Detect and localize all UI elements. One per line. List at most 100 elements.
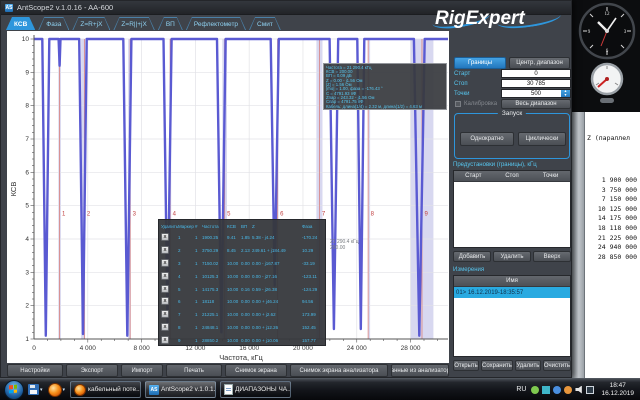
antivirus-icon[interactable] — [531, 386, 539, 394]
delete-marker-button[interactable]: X — [161, 246, 169, 254]
start-input[interactable]: 0 — [501, 69, 571, 78]
marker-cell: 8 — [178, 325, 195, 330]
marker-cell: 21225.1 — [202, 312, 227, 317]
delete-marker-button[interactable]: X — [161, 323, 169, 331]
print-button[interactable]: Печать — [166, 364, 222, 377]
marker-row: X317150.0210.000.000.00 - j167.87-33.19 — [161, 257, 323, 270]
delete-marker-button[interactable]: X — [161, 233, 169, 241]
svg-text:8 000: 8 000 — [133, 345, 150, 352]
marker-table-header: ВП — [241, 224, 252, 229]
volume-icon[interactable] — [575, 386, 583, 394]
tab-Рефлектометр[interactable]: Рефлектометр — [186, 17, 246, 30]
taskbar-clock[interactable]: 18:47 16.12.2019 — [601, 382, 634, 397]
quicklaunch-firefox[interactable]: ▾ — [48, 383, 66, 397]
delete-marker-button[interactable]: X — [161, 272, 169, 280]
delete-marker-button[interactable]: X — [161, 259, 169, 267]
preset-remove-button[interactable]: Удалить — [493, 251, 531, 262]
marker-cell: 249.61 + j184.49 — [252, 248, 302, 253]
settings-button[interactable]: Настройки — [7, 364, 63, 377]
screenshot-button[interactable]: Снимок экрана — [225, 364, 287, 377]
marker-cell: 157.77 — [302, 338, 323, 343]
marker-table-header: Частота — [202, 224, 227, 229]
analyzer-screenshot-button[interactable]: Снимок экрана анализатора — [290, 364, 388, 377]
full-range-button[interactable]: Весь диапазон — [501, 99, 571, 109]
delete-marker-button[interactable]: X — [161, 297, 169, 305]
marker-cell: 0.16 — [241, 287, 252, 292]
document-title: Z (параллел — [587, 134, 640, 142]
presets-label: Предустановки (границы), кГц — [453, 162, 537, 168]
marker-cell: 0.00 — [241, 261, 252, 266]
marker-cell: 1 — [195, 274, 202, 279]
language-indicator[interactable]: RU — [516, 386, 526, 393]
run-cyclic-button[interactable]: Циклически — [518, 132, 566, 146]
svg-text:28 000: 28 000 — [401, 345, 421, 352]
clock-gadget[interactable]: 12369 — [577, 1, 637, 61]
run-single-button[interactable]: Однократно — [460, 132, 514, 146]
tab-Z=R||+jX[interactable]: Z=R||+jX — [113, 17, 154, 30]
clock-time: 18:47 — [601, 382, 634, 390]
marker-cell: 24848.1 — [202, 325, 227, 330]
preset-up-button[interactable]: Вверх — [533, 251, 571, 262]
measurement-clear-button[interactable]: Очистить — [543, 360, 571, 371]
stop-input[interactable]: 30 785 — [501, 79, 571, 88]
bluetooth-icon[interactable] — [553, 386, 561, 394]
tab-Фаза[interactable]: Фаза — [38, 17, 69, 30]
delete-marker-button[interactable]: X — [161, 285, 169, 293]
tab-label: ВП — [159, 18, 182, 30]
bounds-mode-button[interactable]: Границы — [454, 57, 506, 69]
svg-text:1: 1 — [62, 212, 66, 218]
frequency-line: 21 225 000 — [585, 234, 640, 244]
network-icon[interactable] — [542, 386, 550, 394]
task-firefox[interactable]: кабельный поте... — [70, 381, 141, 398]
tab-КСВ[interactable]: КСВ — [6, 17, 35, 30]
marker-cell: 1 — [195, 299, 202, 304]
marker-cell: 1 — [178, 235, 195, 240]
gauge-gadget[interactable] — [589, 60, 625, 108]
task-notepad[interactable]: ДИАПАЗОНЫ ЧА... — [220, 381, 291, 398]
delete-marker-button[interactable]: X — [161, 336, 169, 344]
tab-Смит[interactable]: Смит — [249, 17, 281, 30]
display-icon[interactable] — [586, 386, 594, 394]
run-group: Запуск Однократно Циклически — [454, 113, 570, 159]
export-button[interactable]: Экспорт — [66, 364, 118, 377]
tab-label: Z=R||+jX — [114, 18, 153, 30]
measurements-list[interactable]: Имя 01> 16.12.2019-18:35:57 — [453, 275, 571, 357]
quicklaunch-save[interactable]: ▾ — [28, 384, 43, 395]
antscope-window: AS AntScope2 v.1.0.16 - AA-600 КСВФазаZ=… — [0, 0, 572, 378]
preset-add-button[interactable]: Добавить — [453, 251, 491, 262]
svg-text:10: 10 — [22, 36, 30, 43]
import-button[interactable]: Импорт — [121, 364, 163, 377]
measurement-open-button[interactable]: Открыть — [453, 360, 479, 371]
measurement-delete-button[interactable]: Удалить — [515, 360, 541, 371]
measurement-save-button[interactable]: Сохранить — [481, 360, 513, 371]
document-scrollbar[interactable] — [572, 112, 585, 378]
measurements-list-body[interactable]: 01> 16.12.2019-18:35:57 — [454, 287, 570, 356]
marker-table-header: КСВ — [227, 224, 241, 229]
chevron-down-icon[interactable]: ▾ — [63, 387, 66, 393]
presets-list-body[interactable] — [454, 182, 570, 247]
svg-text:4: 4 — [173, 212, 177, 218]
tab-Z=R+jX[interactable]: Z=R+jX — [72, 17, 110, 30]
points-spinner[interactable]: ▲▼ — [561, 90, 570, 97]
analyzer-data-button[interactable]: Данные из анализатора — [391, 364, 449, 377]
points-select[interactable]: 500 ▲▼ — [501, 89, 571, 98]
tab-ВП[interactable]: ВП — [158, 17, 183, 30]
svg-text:8: 8 — [25, 103, 29, 110]
points-value: 500 — [531, 91, 541, 97]
chevron-down-icon[interactable]: ▾ — [40, 387, 43, 393]
measurement-row[interactable]: 01> 16.12.2019-18:35:57 — [454, 287, 570, 298]
preset-column-header: Точки — [531, 173, 570, 179]
marker-cell: 10.00 — [227, 274, 241, 279]
task-antscope[interactable]: ASAntScope2 v.1.0.1... — [145, 381, 216, 398]
center-span-mode-button[interactable]: Центр, диапазон — [509, 57, 570, 69]
svg-text:8: 8 — [371, 212, 375, 218]
calibration-checkbox[interactable] — [455, 101, 461, 107]
chart-panel[interactable]: 1234567891004 0008 00012 00016 00020 000… — [7, 31, 449, 363]
start-button[interactable] — [4, 380, 24, 400]
delete-marker-button[interactable]: X — [161, 310, 169, 318]
presets-list[interactable]: СтартСтопТочки — [453, 170, 571, 248]
frequency-document[interactable]: Z (параллел 1 900 0003 750 0007 150 0001… — [585, 112, 640, 378]
marker-cell: 1 — [195, 261, 202, 266]
run-group-title: Запуск — [498, 110, 526, 117]
update-icon[interactable] — [564, 386, 572, 394]
